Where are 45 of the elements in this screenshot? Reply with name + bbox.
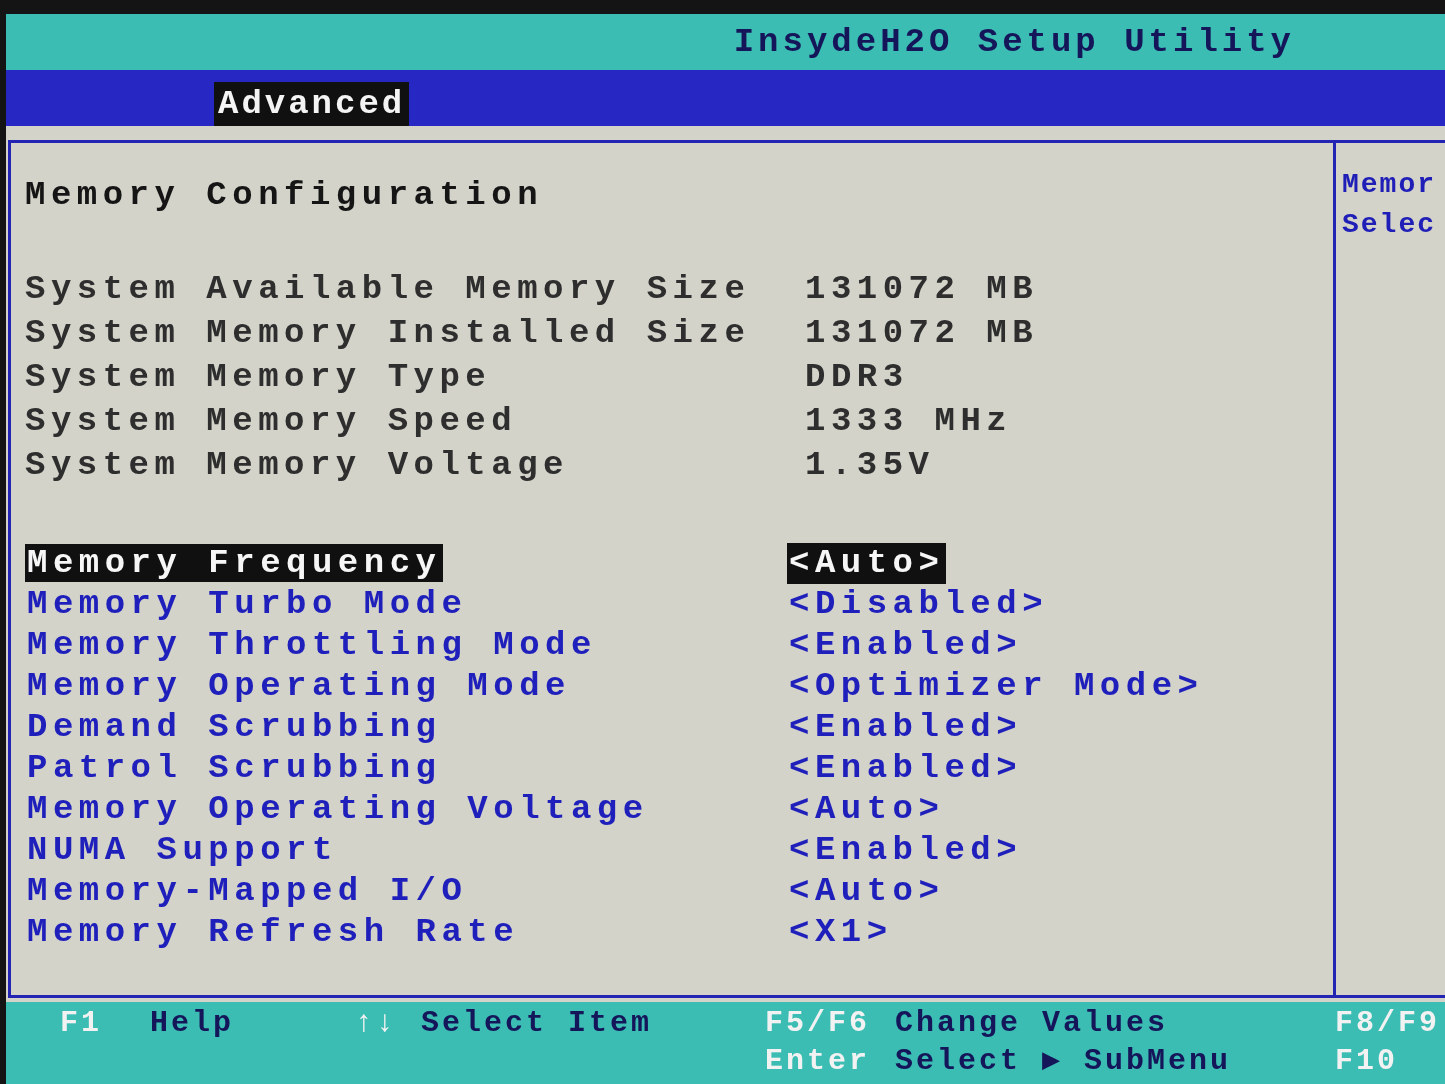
info-value: 1.35V (805, 445, 935, 486)
setting-label[interactable]: Memory Operating Voltage (25, 790, 651, 828)
setting-label[interactable]: Demand Scrubbing (25, 708, 444, 746)
setting-value[interactable]: <Enabled> (787, 625, 1025, 666)
setting-label[interactable]: NUMA Support (25, 831, 340, 869)
setting-label[interactable]: Memory-Mapped I/O (25, 872, 470, 910)
key-label: F10 (1335, 1044, 1398, 1078)
key-action: Help (150, 1005, 234, 1042)
key-label: F8/F9 (1335, 1006, 1440, 1040)
setting-value[interactable]: <Enabled> (787, 830, 1025, 871)
setting-label[interactable]: Memory Frequency (25, 544, 444, 582)
setting-label[interactable]: Memory Throttling Mode (25, 626, 599, 664)
setting-value[interactable]: <Disabled> (787, 584, 1051, 625)
info-label: System Memory Voltage (25, 446, 569, 484)
key-label: ↑↓ (355, 1006, 397, 1040)
setting-label[interactable]: Memory Turbo Mode (25, 585, 470, 623)
info-label: System Memory Speed (25, 402, 518, 440)
info-value: DDR3 (805, 357, 909, 398)
setting-value[interactable]: <X1> (787, 912, 895, 953)
setting-value[interactable]: <Auto> (787, 789, 947, 830)
info-label: System Available Memory Size (25, 270, 751, 308)
help-text: Selec (1342, 209, 1436, 240)
key-action: Change Values (895, 1005, 1169, 1042)
window-title: InsydeH2O Setup Utility (733, 22, 1295, 63)
setting-label[interactable]: Memory Refresh Rate (25, 913, 522, 951)
setting-value[interactable]: <Enabled> (787, 748, 1025, 789)
setting-value[interactable]: <Auto> (787, 543, 947, 584)
setting-value[interactable]: <Optimizer Mode> (787, 666, 1206, 707)
info-value: 131072 MB (805, 269, 1039, 310)
section-heading: Memory Configuration (25, 175, 544, 216)
info-value: 131072 MB (805, 313, 1039, 354)
key-action: Select Item (421, 1005, 653, 1042)
key-action: Select ▶ SubMenu (895, 1043, 1232, 1080)
setting-label[interactable]: Patrol Scrubbing (25, 749, 444, 787)
key-label: F5/F6 (765, 1006, 870, 1040)
info-label: System Memory Installed Size (25, 314, 751, 352)
key-label: Enter (765, 1044, 870, 1078)
setting-value[interactable]: <Enabled> (787, 707, 1025, 748)
key-label: F1 (60, 1006, 102, 1040)
setting-value[interactable]: <Auto> (787, 871, 947, 912)
info-label: System Memory Type (25, 358, 492, 396)
menu-tab[interactable]: Advanced (214, 82, 410, 126)
help-text: Memor (1342, 169, 1436, 200)
setting-label[interactable]: Memory Operating Mode (25, 667, 573, 705)
info-value: 1333 MHz (805, 401, 1013, 442)
